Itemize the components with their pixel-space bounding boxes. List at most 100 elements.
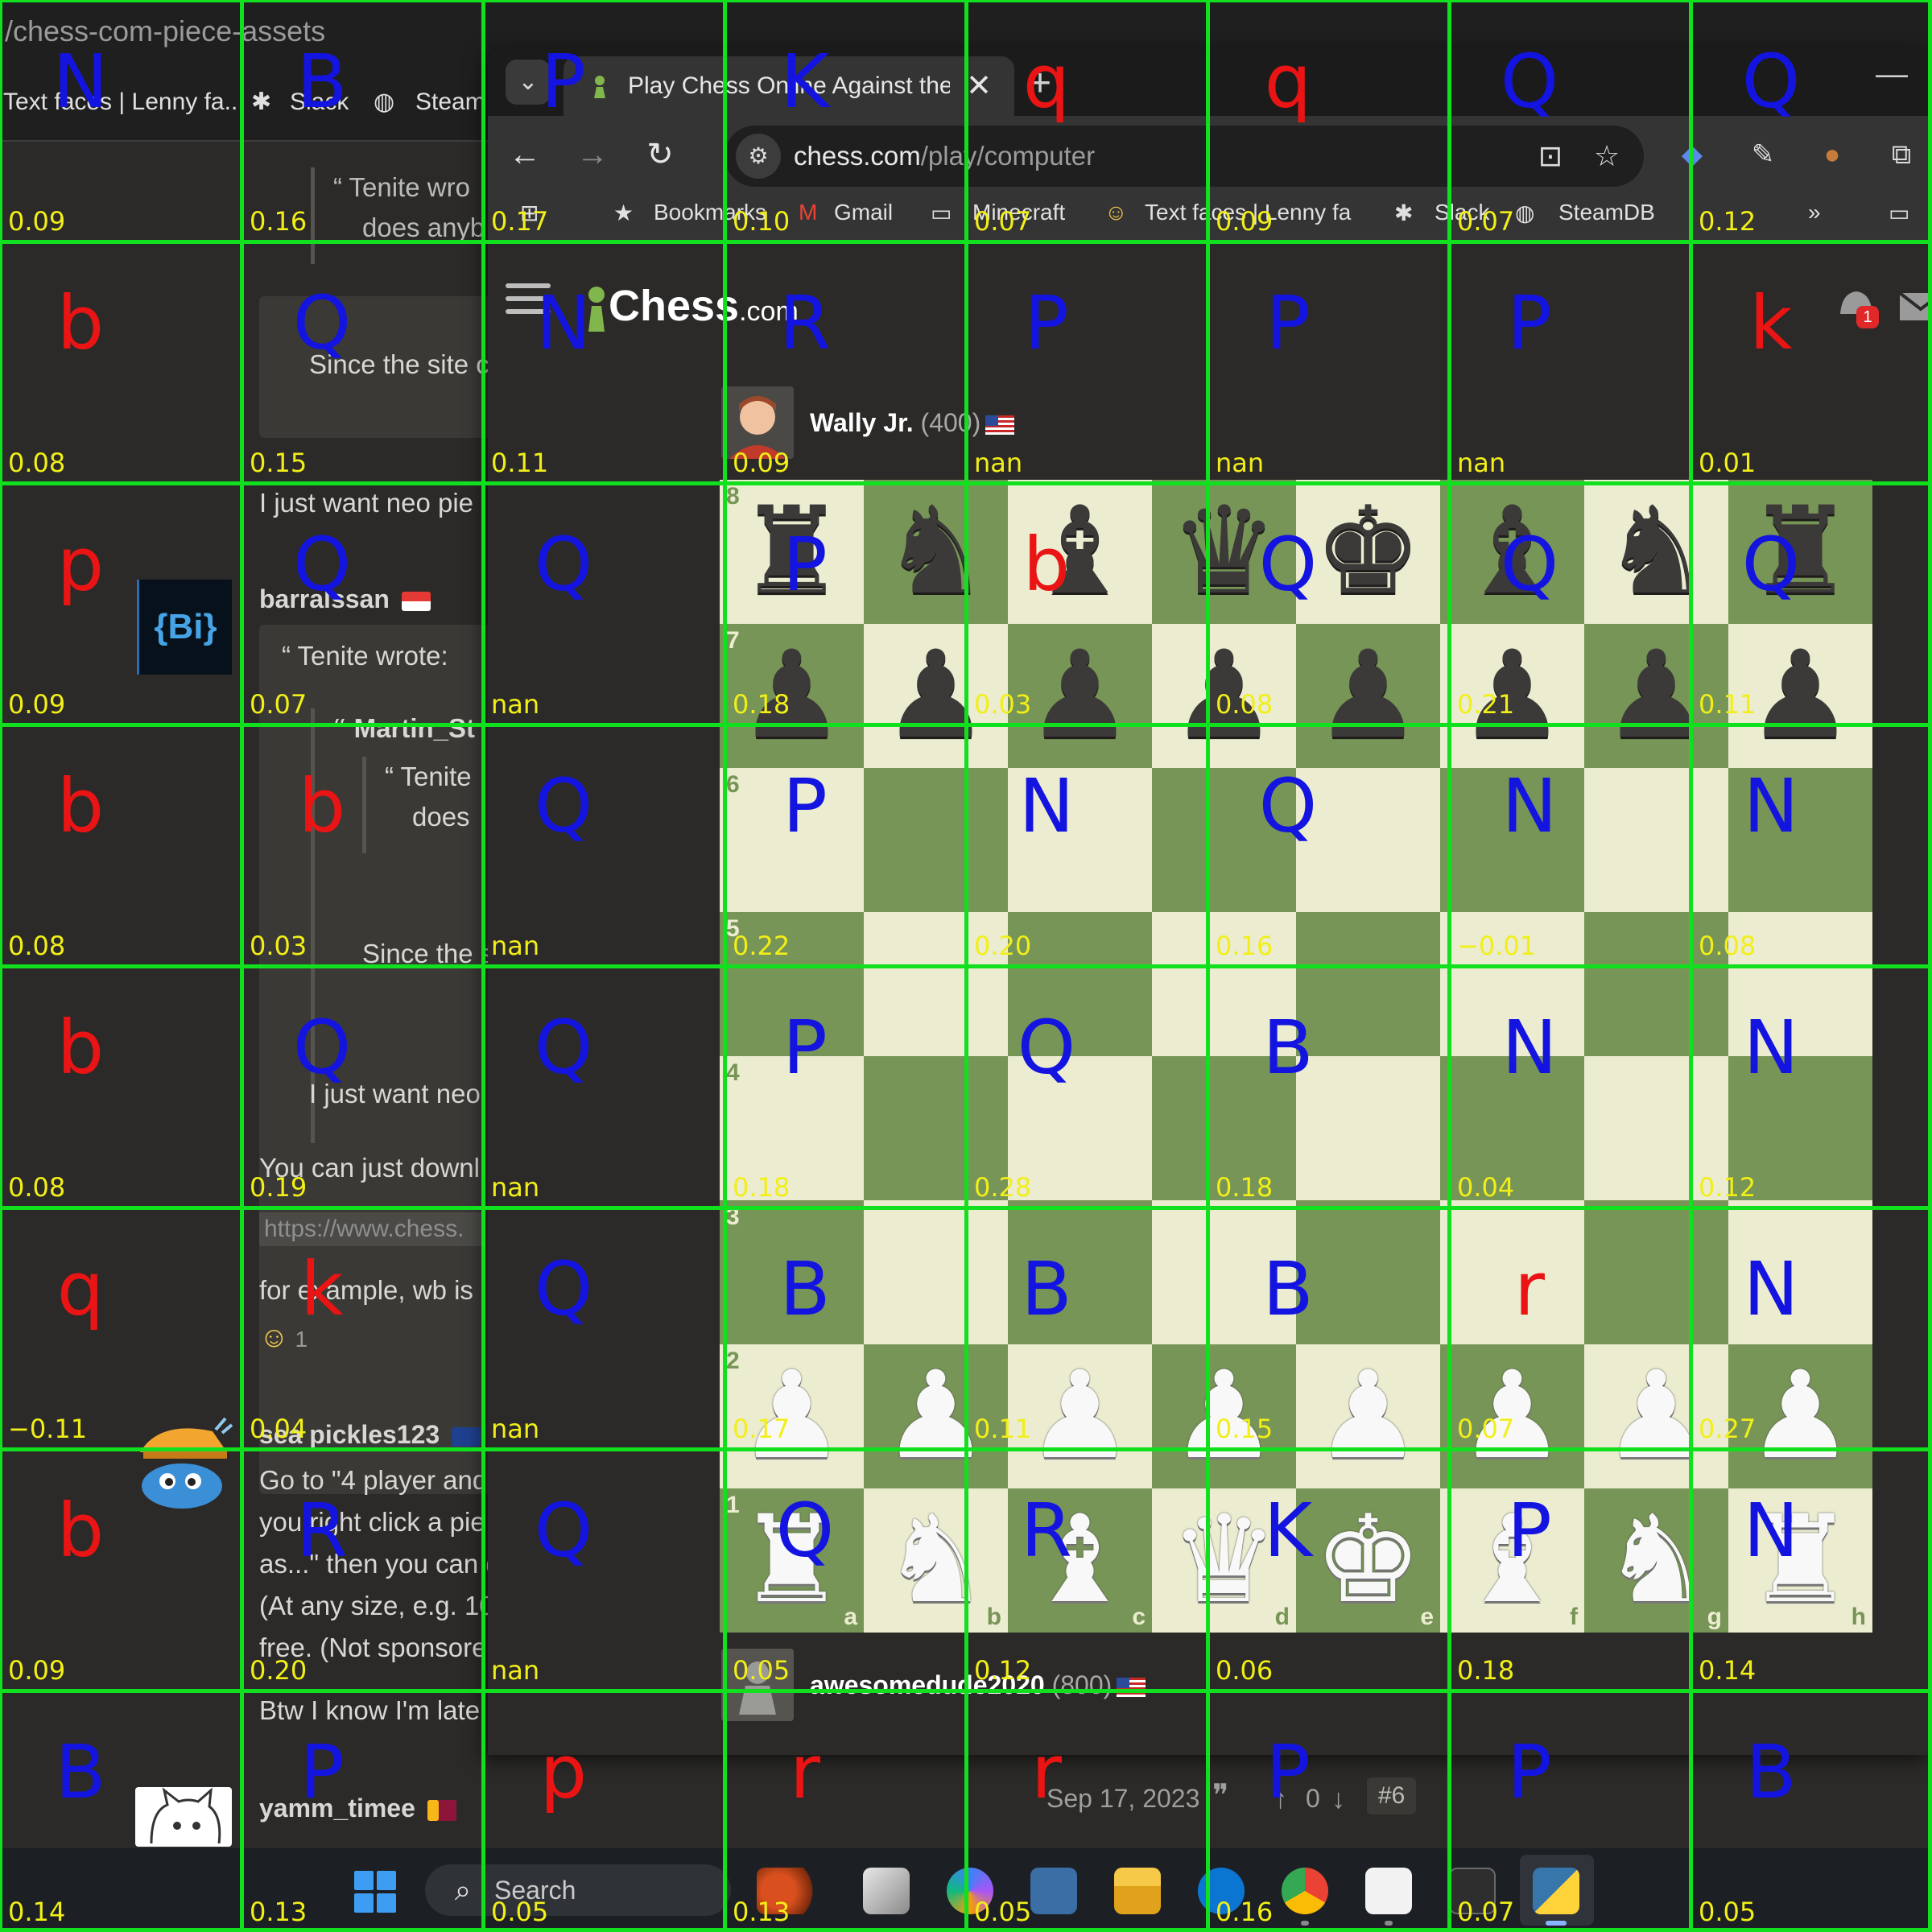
terminal-icon[interactable]: [1449, 1868, 1496, 1914]
opponent-avatar[interactable]: [721, 386, 794, 459]
bookmark-steam[interactable]: Steam: [415, 63, 485, 140]
new-tab-button[interactable]: +: [1029, 61, 1051, 106]
square-d6[interactable]: [1152, 768, 1296, 912]
square-b7[interactable]: ♟: [864, 624, 1008, 768]
square-c3[interactable]: [1008, 1200, 1152, 1344]
square-b2[interactable]: ♟: [864, 1344, 1008, 1488]
square-f8[interactable]: ♝: [1440, 480, 1584, 624]
black-queen-icon[interactable]: ♛: [1152, 480, 1296, 624]
reload-icon[interactable]: ↻: [636, 130, 684, 179]
bookmark-text-faces[interactable]: Text faces | Lenny fa...: [3, 63, 245, 140]
avatar-bird[interactable]: [135, 1417, 233, 1512]
square-e1[interactable]: e ♚: [1296, 1488, 1440, 1633]
avatar-bi[interactable]: {Bi}: [137, 580, 232, 675]
square-e3[interactable]: [1296, 1200, 1440, 1344]
square-c1[interactable]: c ♝: [1008, 1488, 1152, 1633]
square-h2[interactable]: ♟: [1728, 1344, 1872, 1488]
chesscom-logo[interactable]: Chess.com: [584, 274, 799, 338]
back-arrow-icon[interactable]: ←: [501, 130, 549, 179]
close-icon[interactable]: ✕: [966, 56, 992, 116]
post-link[interactable]: https://www.chess.: [259, 1212, 485, 1246]
square-d1[interactable]: d ♛: [1152, 1488, 1296, 1633]
white-rook-icon[interactable]: ♜: [720, 1488, 864, 1633]
white-pawn-icon[interactable]: ♟: [720, 1344, 864, 1488]
square-d3[interactable]: [1152, 1200, 1296, 1344]
square-b8[interactable]: ♞: [864, 480, 1008, 624]
square-h4[interactable]: [1728, 1056, 1872, 1200]
minimize-icon[interactable]: —: [1876, 56, 1908, 93]
white-king-icon[interactable]: ♚: [1296, 1488, 1440, 1633]
post-author[interactable]: yamm_timee: [259, 1794, 456, 1823]
square-e5[interactable]: [1296, 912, 1440, 1056]
downvote-icon[interactable]: ↓: [1331, 1784, 1345, 1815]
square-b5[interactable]: [864, 912, 1008, 1056]
tab-search-button[interactable]: ⌄: [506, 60, 551, 105]
white-knight-icon[interactable]: ♞: [1584, 1488, 1728, 1633]
opponent-name[interactable]: Wally Jr. (400): [810, 386, 1015, 459]
white-pawn-icon[interactable]: ♟: [1440, 1344, 1584, 1488]
post-number[interactable]: #6: [1367, 1777, 1417, 1814]
chrome-icon[interactable]: [1282, 1868, 1328, 1926]
extensions-puzzle-icon[interactable]: ⧉: [1882, 135, 1921, 174]
black-knight-icon[interactable]: ♞: [1584, 480, 1728, 624]
planets-widget-icon[interactable]: [757, 1868, 829, 1914]
square-a6[interactable]: 6: [720, 768, 864, 912]
white-bishop-icon[interactable]: ♝: [1008, 1488, 1152, 1633]
white-rook-icon[interactable]: ♜: [1728, 1488, 1872, 1633]
square-a1[interactable]: 1 a ♜: [720, 1488, 864, 1633]
forward-arrow-icon[interactable]: →: [568, 130, 617, 179]
dell-icon[interactable]: [1198, 1868, 1245, 1914]
square-h5[interactable]: [1728, 912, 1872, 1056]
square-g4[interactable]: [1584, 1056, 1728, 1200]
square-b4[interactable]: [864, 1056, 1008, 1200]
square-f2[interactable]: ♟: [1440, 1344, 1584, 1488]
black-bishop-icon[interactable]: ♝: [1440, 480, 1584, 624]
white-pawn-icon[interactable]: ♟: [1152, 1344, 1296, 1488]
bookmark-text-faces[interactable]: Text faces | Lenny fa: [1145, 200, 1351, 225]
square-d7[interactable]: ♟: [1152, 624, 1296, 768]
player-name[interactable]: awesomedude2020 (800): [810, 1649, 1146, 1721]
black-pawn-icon[interactable]: ♟: [1584, 624, 1728, 768]
black-pawn-icon[interactable]: ♟: [1440, 624, 1584, 768]
player-avatar[interactable]: [721, 1649, 794, 1721]
square-g6[interactable]: [1584, 768, 1728, 912]
avatar-cat[interactable]: [135, 1787, 232, 1847]
square-f3[interactable]: [1440, 1200, 1584, 1344]
square-c5[interactable]: [1008, 912, 1152, 1056]
bookmark-minecraft[interactable]: Minecraft: [972, 200, 1065, 225]
python-icon[interactable]: [1533, 1868, 1579, 1926]
post-author[interactable]: sea pickles123: [259, 1420, 481, 1450]
black-rook-icon[interactable]: ♜: [1728, 480, 1872, 624]
square-g7[interactable]: ♟: [1584, 624, 1728, 768]
square-b3[interactable]: [864, 1200, 1008, 1344]
all-bookmarks-folder-icon[interactable]: ▭: [1889, 200, 1909, 226]
square-d4[interactable]: [1152, 1056, 1296, 1200]
square-g5[interactable]: [1584, 912, 1728, 1056]
black-pawn-icon[interactable]: ♟: [720, 624, 864, 768]
menu-icon[interactable]: [506, 283, 551, 324]
more-bookmarks-icon[interactable]: »: [1808, 200, 1821, 225]
square-h7[interactable]: ♟: [1728, 624, 1872, 768]
black-pawn-icon[interactable]: ♟: [1728, 624, 1872, 768]
square-h8[interactable]: ♜: [1728, 480, 1872, 624]
bookmark-gmail[interactable]: Gmail: [834, 200, 893, 225]
square-c2[interactable]: ♟: [1008, 1344, 1152, 1488]
white-pawn-icon[interactable]: ♟: [1728, 1344, 1872, 1488]
black-rook-icon[interactable]: ♜: [720, 480, 864, 624]
notifications-icon[interactable]: 1: [1832, 282, 1880, 330]
white-pawn-icon[interactable]: ♟: [1296, 1344, 1440, 1488]
square-e2[interactable]: ♟: [1296, 1344, 1440, 1488]
upvote-icon[interactable]: ↑: [1274, 1784, 1287, 1815]
square-e4[interactable]: [1296, 1056, 1440, 1200]
copilot-icon[interactable]: [947, 1868, 993, 1914]
taskbar-search[interactable]: ⌕ Search: [425, 1864, 731, 1916]
square-a7[interactable]: 7 ♟: [720, 624, 864, 768]
black-pawn-icon[interactable]: ♟: [1152, 624, 1296, 768]
windows-start-icon[interactable]: [354, 1871, 396, 1913]
square-g2[interactable]: ♟: [1584, 1344, 1728, 1488]
square-c6[interactable]: [1008, 768, 1152, 912]
square-c7[interactable]: ♟: [1008, 624, 1152, 768]
square-f1[interactable]: f ♝: [1440, 1488, 1584, 1633]
square-f7[interactable]: ♟: [1440, 624, 1584, 768]
messages-icon[interactable]: [1897, 282, 1932, 330]
